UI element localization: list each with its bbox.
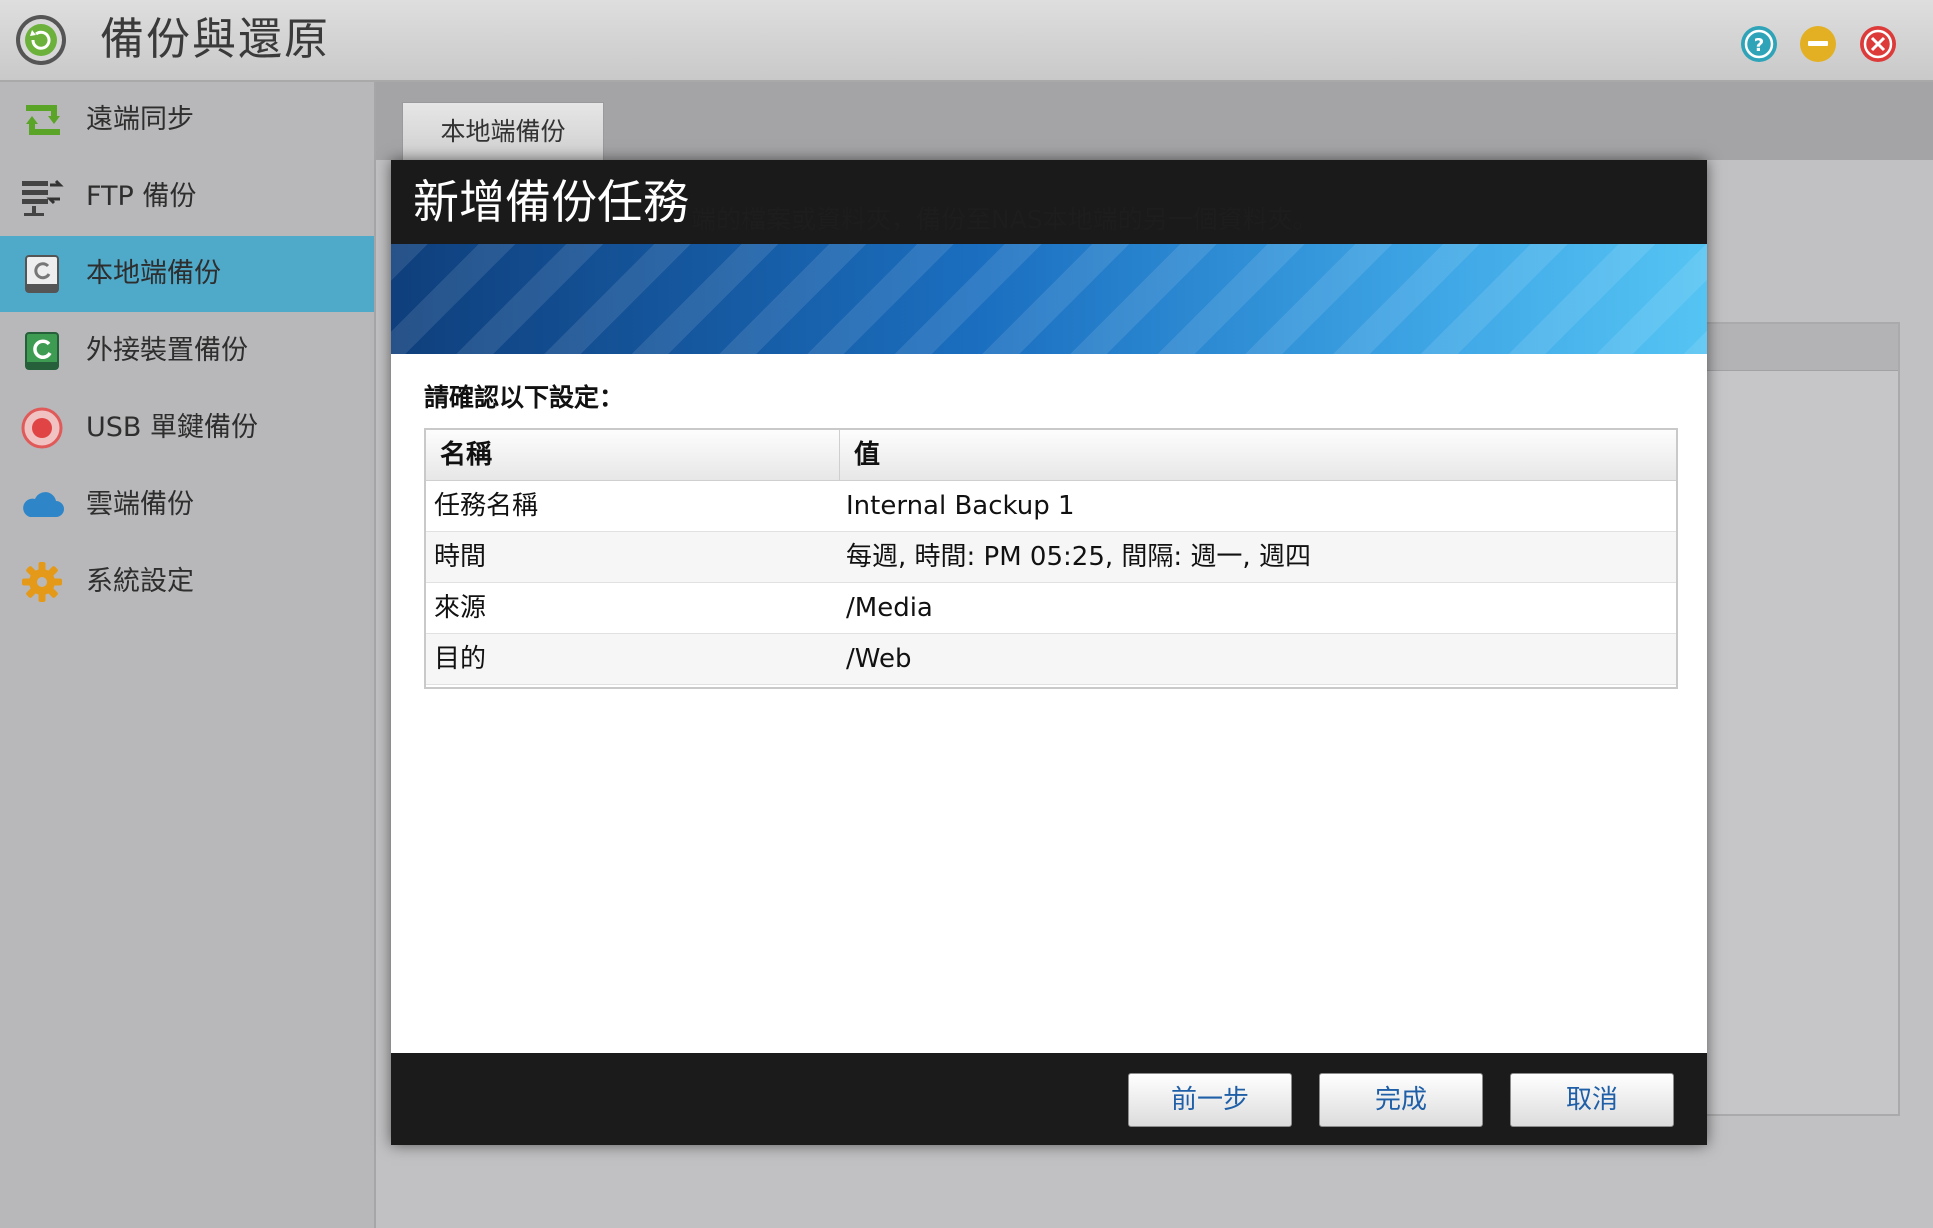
- finish-button[interactable]: 完成: [1319, 1073, 1483, 1127]
- cloud-icon: [23, 492, 64, 517]
- sidebar-item-label: 遠端同步: [86, 104, 194, 135]
- dialog-title: 新增備份任務: [413, 175, 689, 229]
- svg-text:?: ?: [1754, 35, 1764, 56]
- help-icon[interactable]: ?: [1740, 25, 1778, 63]
- sidebar-item-label: USB 單鍵備份: [86, 412, 259, 443]
- row-value: /Web: [846, 644, 912, 674]
- table-row: 任務名稱 Internal Backup 1: [426, 481, 1676, 532]
- dialog-banner: [391, 244, 1707, 354]
- sidebar-item-label: 系統設定: [86, 566, 194, 597]
- row-value: Internal Backup 1: [846, 491, 1075, 521]
- settings-table: 名稱 值 任務名稱 Internal Backup 1 時間 每週, 時間: P…: [424, 428, 1678, 689]
- sidebar-item-external-backup[interactable]: 外接裝置備份: [0, 313, 374, 389]
- column-header-value: 值: [854, 440, 881, 470]
- gear-icon: [22, 562, 62, 602]
- add-backup-task-dialog: 端的檔案或資料夾，備份至NAS本地端的另一個資料夾。 新增備份任務 請確認以下設…: [391, 160, 1707, 1145]
- table-row: 目的 /Web: [426, 634, 1676, 685]
- table-row: 來源 /Media: [426, 583, 1676, 634]
- sidebar-item-label: FTP 備份: [86, 181, 197, 212]
- close-icon[interactable]: [1859, 25, 1897, 63]
- sync-arrows-icon: [26, 105, 60, 135]
- app-title: 備份與還原: [100, 14, 330, 65]
- dialog-footer: 前一步 完成 取消: [391, 1053, 1707, 1145]
- sidebar-item-label: 外接裝置備份: [86, 335, 248, 366]
- row-value: /Media: [846, 593, 933, 623]
- ftp-transfer-icon: [22, 179, 64, 216]
- minimize-icon[interactable]: [1799, 25, 1837, 63]
- background-description: 端的檔案或資料夾，備份至NAS本地端的另一個資料夾。: [691, 205, 1318, 234]
- column-divider[interactable]: [839, 430, 840, 480]
- previous-step-button[interactable]: 前一步: [1128, 1073, 1292, 1127]
- sidebar-item-cloud-backup[interactable]: 雲端備份: [0, 467, 374, 543]
- tab-local-backup[interactable]: 本地端備份: [402, 102, 604, 161]
- table-row: 時間 每週, 時間: PM 05:25, 間隔: 週一, 週四: [426, 532, 1676, 583]
- confirm-settings-label: 請確認以下設定：: [424, 383, 625, 412]
- sidebar-item-label: 雲端備份: [86, 489, 194, 520]
- row-key: 時間: [434, 542, 487, 572]
- row-value: 每週, 時間: PM 05:25, 間隔: 週一, 週四: [846, 542, 1311, 572]
- sidebar-item-label: 本地端備份: [86, 258, 221, 289]
- sidebar: 遠端同步 FTP 備份 本地端備份 外接裝置備份 USB 單鍵備份 雲端備份 系…: [0, 82, 376, 1228]
- sidebar-item-system-settings[interactable]: 系統設定: [0, 544, 374, 620]
- row-key: 任務名稱: [434, 491, 539, 521]
- sidebar-item-usb-backup[interactable]: USB 單鍵備份: [0, 390, 374, 466]
- tab-strip: 本地端備份: [376, 82, 1933, 161]
- title-bar: 備份與還原 ?: [0, 0, 1933, 82]
- column-header-name: 名稱: [440, 440, 493, 470]
- table-header: 名稱 值: [426, 430, 1676, 481]
- cancel-button[interactable]: 取消: [1510, 1073, 1674, 1127]
- local-disk-backup-icon: [25, 255, 59, 293]
- backup-restore-app-icon: [16, 15, 66, 65]
- row-key: 來源: [434, 593, 487, 623]
- sidebar-item-remote-sync[interactable]: 遠端同步: [0, 82, 374, 158]
- usb-one-touch-icon: [21, 407, 63, 449]
- row-key: 目的: [434, 644, 487, 674]
- external-device-icon: [25, 332, 59, 370]
- sidebar-item-local-backup[interactable]: 本地端備份: [0, 236, 374, 312]
- sidebar-item-ftp-backup[interactable]: FTP 備份: [0, 159, 374, 235]
- dialog-header: 端的檔案或資料夾，備份至NAS本地端的另一個資料夾。 新增備份任務: [391, 160, 1707, 244]
